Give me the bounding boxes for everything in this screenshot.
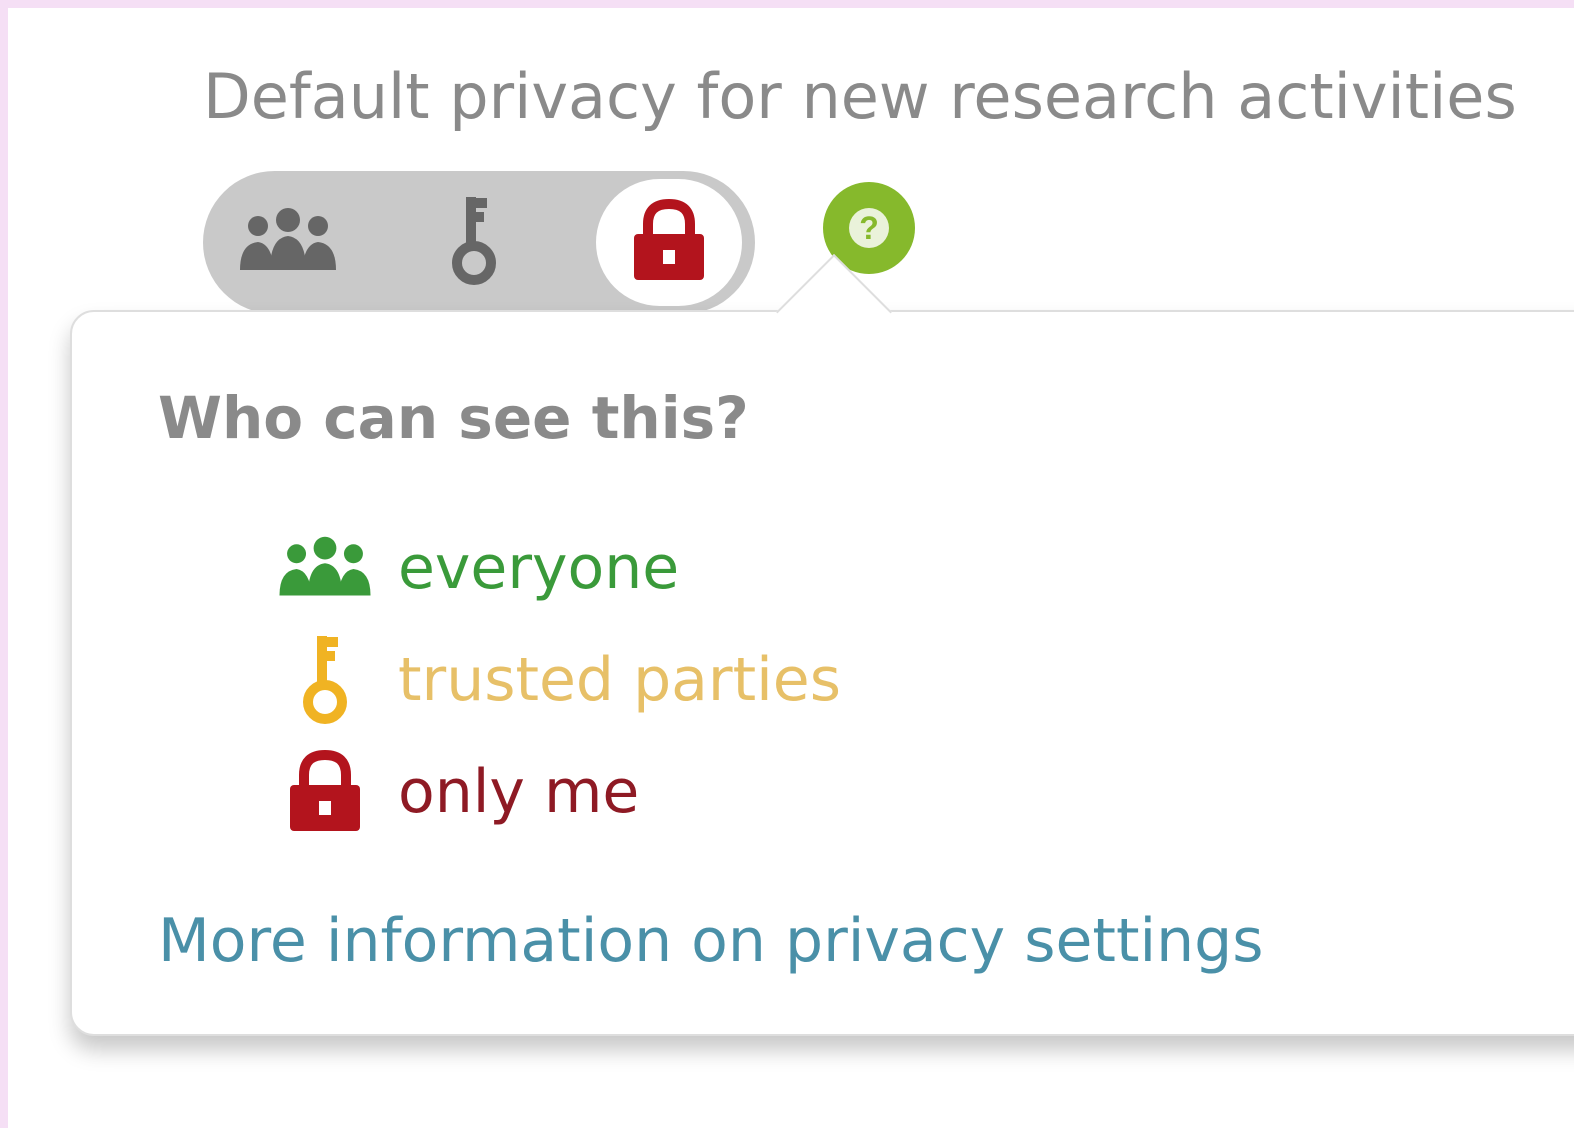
- privacy-info-link[interactable]: More information on privacy settings: [158, 906, 1264, 976]
- privacy-settings-panel: Default privacy for new research activit…: [8, 8, 1574, 1128]
- key-icon: [270, 630, 380, 730]
- legend-item-everyone: everyone: [270, 518, 679, 618]
- lock-icon: [626, 198, 712, 288]
- popover-title: Who can see this?: [158, 384, 749, 452]
- toggle-option-trusted[interactable]: [399, 171, 549, 314]
- toggle-option-only-me[interactable]: [596, 179, 742, 306]
- legend-label-trusted-parties: trusted parties: [398, 645, 841, 715]
- legend-item-only-me: only me: [270, 742, 639, 842]
- toggle-option-everyone[interactable]: [213, 171, 363, 314]
- group-icon: [270, 518, 380, 618]
- legend-label-everyone: everyone: [398, 533, 680, 603]
- privacy-toggle[interactable]: [203, 171, 755, 314]
- lock-icon: [270, 742, 380, 842]
- legend-item-trusted-parties: trusted parties: [270, 630, 841, 730]
- legend-label-only-me: only me: [398, 757, 640, 827]
- page-title: Default privacy for new research activit…: [203, 60, 1517, 133]
- key-icon: [439, 191, 509, 295]
- group-icon: [230, 206, 346, 280]
- question-icon: ?: [849, 208, 889, 248]
